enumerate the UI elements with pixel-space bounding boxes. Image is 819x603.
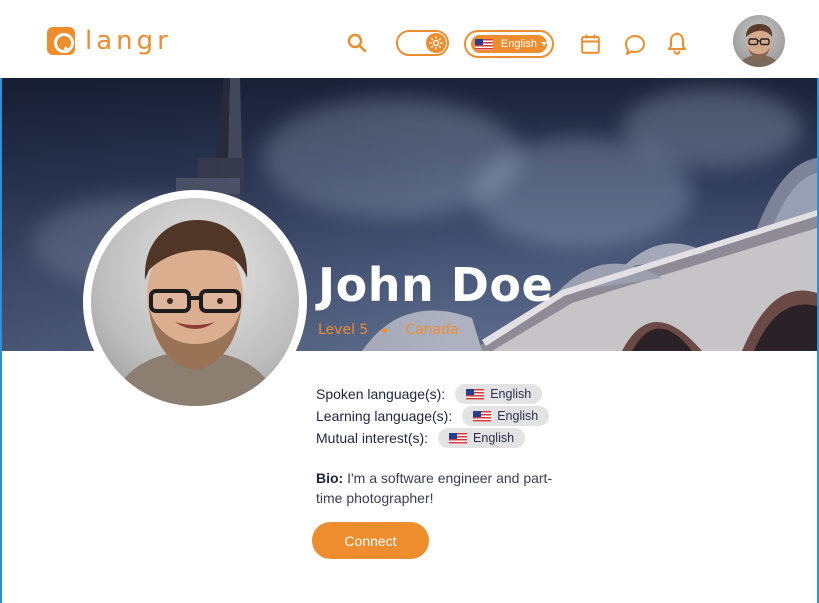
bio-text: I'm a software engineer and part-time ph… [316, 470, 553, 506]
us-flag-icon [475, 38, 493, 50]
mutual-interests-label: Mutual interest(s): [316, 430, 429, 446]
logo[interactable]: langr [47, 26, 172, 56]
us-flag-icon [466, 388, 485, 400]
profile-country: Canada [405, 322, 459, 338]
us-flag-icon [449, 432, 468, 444]
spoken-languages-label: Spoken language(s): [316, 386, 446, 402]
bio-label: Bio: [316, 470, 344, 486]
chat-icon[interactable] [624, 34, 646, 56]
profile-level: Level 5 [318, 322, 369, 338]
logo-mark-icon [47, 27, 75, 55]
interest-chip: English [438, 428, 526, 448]
theme-toggle[interactable] [396, 30, 449, 56]
profile-meta: Level 5 Canada [318, 322, 459, 338]
learning-languages-label: Learning language(s): [316, 408, 453, 424]
spoken-languages-row: Spoken language(s): English [316, 383, 549, 405]
profile-photo [91, 198, 299, 406]
profile-name: John Doe [318, 258, 554, 312]
language-select-value: English [500, 38, 537, 50]
bell-icon[interactable] [667, 32, 687, 56]
profile-details: Spoken language(s): English Learning lan… [316, 383, 550, 449]
language-chip: English [462, 406, 550, 426]
connect-button[interactable]: Connect [312, 522, 429, 559]
us-flag-icon [473, 410, 492, 422]
profile-bio: Bio: I'm a software engineer and part-ti… [316, 468, 566, 508]
separator-dot [382, 327, 388, 333]
learning-languages-row: Learning language(s): English [316, 405, 550, 427]
user-avatar[interactable] [733, 15, 785, 67]
search-icon[interactable] [347, 33, 367, 53]
logo-text: langr [85, 26, 172, 56]
sun-icon [426, 33, 446, 53]
mutual-interests-row: Mutual interest(s): English [316, 427, 549, 449]
top-navbar: langr English [0, 0, 819, 78]
calendar-icon[interactable] [581, 34, 600, 54]
language-chip: English [455, 384, 543, 404]
language-select[interactable]: English [464, 30, 554, 58]
chevron-down-icon [541, 42, 547, 46]
